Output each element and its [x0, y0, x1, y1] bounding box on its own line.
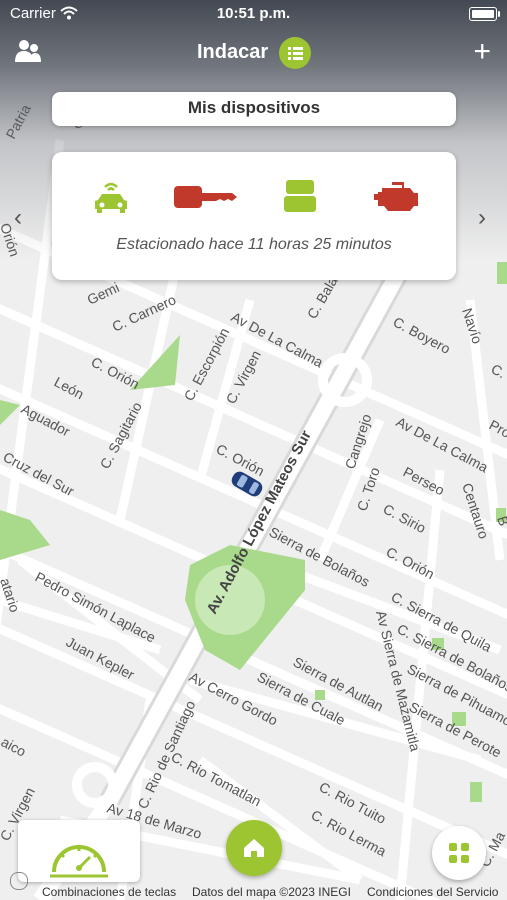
key-icon — [174, 186, 237, 208]
home-icon — [244, 839, 264, 857]
app-title: Indacar — [197, 41, 269, 63]
obd-device-icon — [284, 180, 316, 212]
vehicle-status-card: Estacionado hace 11 horas 25 minutos — [52, 152, 456, 280]
car-wifi-icon — [95, 182, 127, 213]
list-button[interactable] — [279, 37, 311, 69]
battery-icon — [469, 7, 500, 21]
add-icon[interactable]: + — [473, 37, 491, 67]
clock: 10:51 p.m. — [216, 5, 291, 22]
status-bar: Carrier 10:51 p.m. — [0, 0, 507, 28]
speedometer-button[interactable] — [18, 820, 140, 882]
apps-grid-button[interactable] — [432, 826, 486, 880]
list-icon — [288, 47, 303, 60]
engine-icon — [374, 182, 418, 211]
devices-selector[interactable]: Mis dispositivos — [52, 92, 456, 126]
grid-icon — [449, 843, 469, 863]
next-arrow-icon[interactable]: › — [478, 204, 486, 232]
map-data-attribution: Datos del mapa ©2023 INEGI — [192, 885, 351, 899]
map[interactable]: C. Carnero Av De La Calma C. Balanza C. … — [0, 0, 507, 900]
keyboard-shortcuts-link[interactable]: Combinaciones de teclas — [42, 885, 176, 899]
nav-bar: Indacar + — [0, 32, 507, 72]
home-button[interactable] — [226, 820, 282, 876]
terms-of-service-link[interactable]: Condiciones del Servicio — [367, 885, 498, 899]
prev-arrow-icon[interactable]: ‹ — [14, 204, 22, 232]
users-icon[interactable] — [14, 38, 42, 64]
parked-status: Estacionado hace 11 horas 25 minutos — [116, 236, 392, 253]
legal-info-icon[interactable] — [10, 872, 28, 890]
speedometer-icon — [50, 845, 108, 878]
